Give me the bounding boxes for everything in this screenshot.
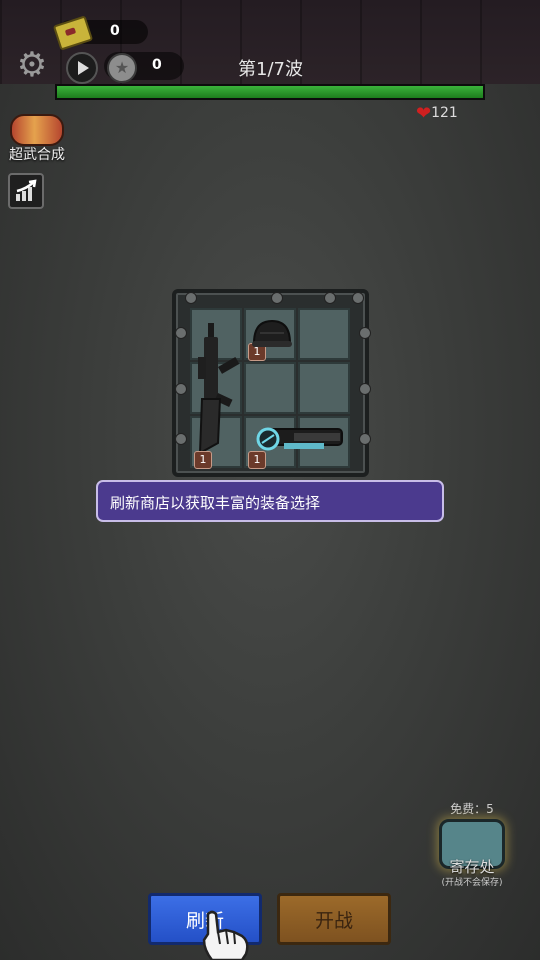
tutorial-hand-icon [202,910,249,960]
heart-icon: ❤ [416,103,432,124]
start-battle-button[interactable]: 开战 [277,893,391,945]
upgrade-icon [16,179,37,201]
tutorial-tooltip: 刷新商店以获取丰富的装备选择 [96,480,444,522]
storage-label: 寄存处 [449,858,495,876]
wave-progress-fill [57,86,483,98]
shop-grid: 1 1 1 [172,289,371,477]
shop-cell[interactable] [298,362,350,414]
superweapon-icon [10,114,64,146]
storage-note: (开战不会保存) [441,878,503,888]
coin-icon: ★ [107,53,137,83]
hp-value: 121 [431,105,458,121]
tooltip-text: 刷新商店以获取丰富的装备选择 [110,494,321,512]
laser-gun-icon[interactable] [254,423,346,455]
rivet [359,383,371,395]
rivet [175,383,187,395]
play-icon[interactable] [66,52,98,84]
helmet-icon[interactable] [250,317,294,351]
superweapon-label: 超武合成 [9,147,65,163]
item-count-badge: 1 [194,451,212,469]
rivet [185,292,197,304]
item-count-badge: 1 [248,451,266,469]
rivet [359,327,371,339]
hp-display: ❤121 [416,103,458,124]
rivet [175,327,187,339]
ticket-count: 0 [110,23,120,39]
rivet [271,292,283,304]
rivet [175,433,187,445]
rivet [324,292,336,304]
upgrade-button[interactable] [8,173,44,209]
storage-free-label: 免费：5 [450,802,494,816]
superweapon-button[interactable]: 超武合成 [4,114,70,164]
wave-label: 第1/7波 [238,59,303,80]
storage-button[interactable]: 免费：5 寄存处 (开战不会保存) [432,800,512,890]
coin-count: 0 [152,57,162,73]
gear-icon[interactable]: ⚙ [14,48,50,84]
shop-cell[interactable] [298,308,350,360]
rivet [352,292,364,304]
shop-cell[interactable] [244,362,296,414]
wave-progress-bar [55,84,485,100]
rifle-icon[interactable] [194,317,242,459]
rivet [359,433,371,445]
